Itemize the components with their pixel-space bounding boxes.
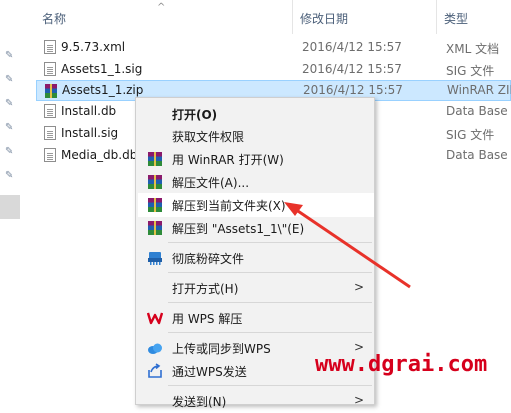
annotation-arrow [284, 202, 411, 289]
watermark-text: www.dgrai.com [315, 352, 488, 377]
